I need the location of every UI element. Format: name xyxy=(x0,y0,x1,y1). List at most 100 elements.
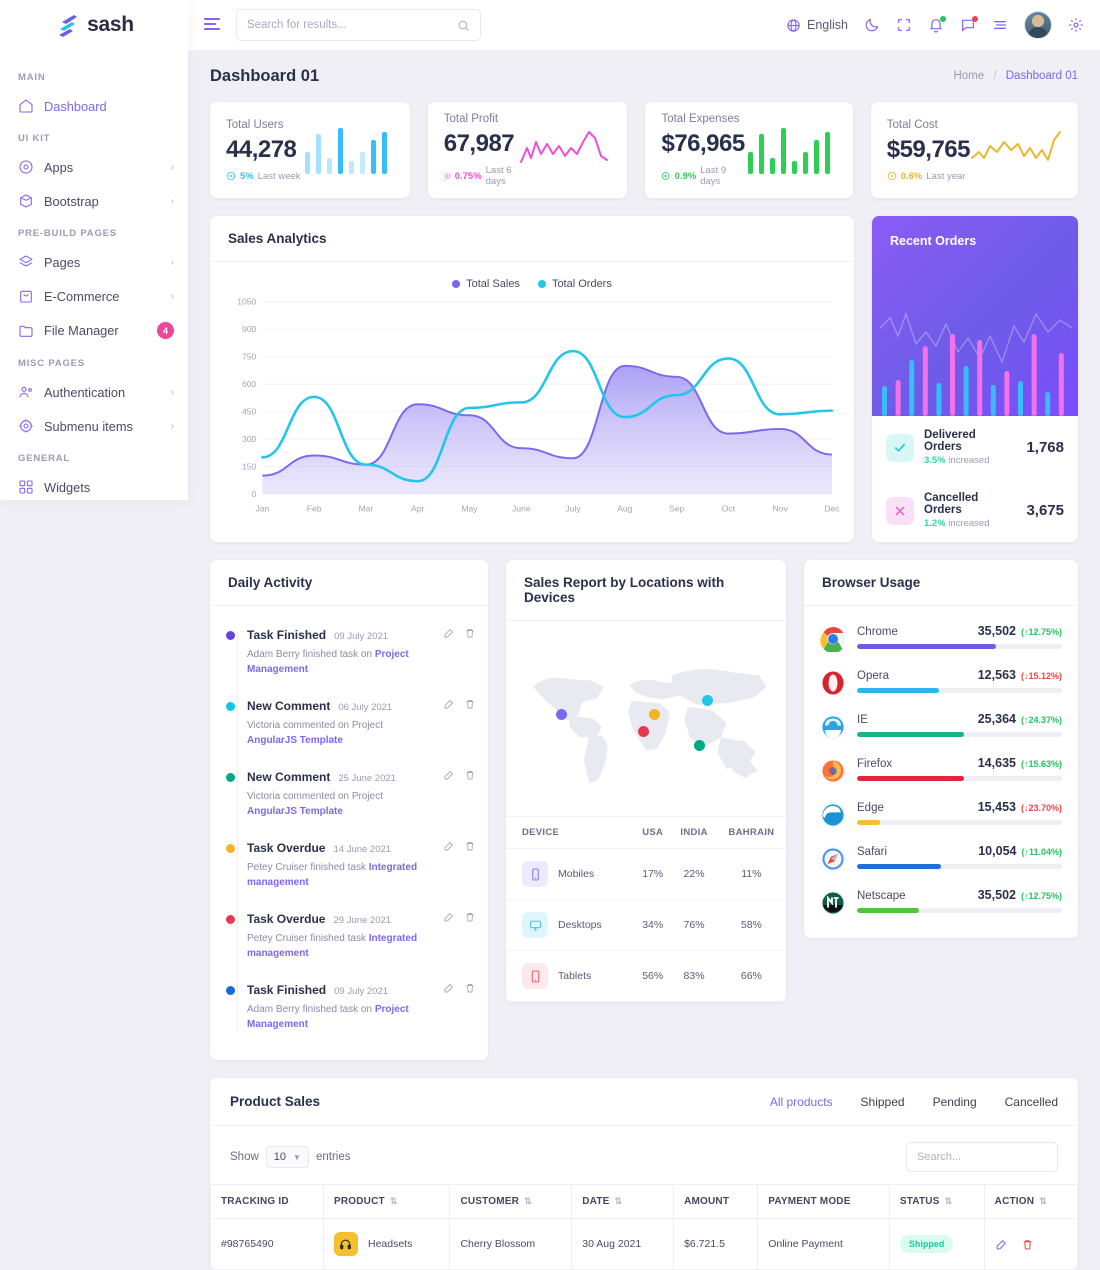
product-tab-cancelled[interactable]: Cancelled xyxy=(1005,1095,1058,1109)
edit-icon[interactable] xyxy=(995,1238,1008,1251)
search-box[interactable] xyxy=(236,9,481,41)
breadcrumb-home[interactable]: Home xyxy=(953,70,984,82)
stat-label: Total Users xyxy=(226,118,284,131)
delete-icon[interactable] xyxy=(464,627,476,639)
settings-button[interactable] xyxy=(1068,17,1084,33)
sort-icon[interactable]: ⇅ xyxy=(390,1196,398,1206)
delete-icon[interactable] xyxy=(464,840,476,852)
sidebar-item-e-commerce[interactable]: E-Commerce › xyxy=(0,279,188,313)
stat-info: Total Cost $59,765 0.6% Last year xyxy=(887,119,971,182)
recent-order-info: Cancelled Orders 1.2% increased xyxy=(924,492,1016,529)
avatar[interactable] xyxy=(1024,11,1052,39)
recent-order-change: 3.5% increased xyxy=(924,455,990,466)
device-table-row: Mobiles 17% 22% 11% xyxy=(506,848,786,900)
language-selector[interactable]: English xyxy=(786,18,848,33)
sidebar-item-label: Bootstrap xyxy=(44,193,99,209)
browser-usage-card: Browser Usage Chrome 35,502 (↑12.75%) Opera… xyxy=(804,560,1078,938)
map-marker[interactable] xyxy=(637,726,649,738)
delete-icon[interactable] xyxy=(464,982,476,994)
brand-logo-area[interactable]: sash xyxy=(0,0,188,50)
edit-icon[interactable] xyxy=(443,769,455,781)
product-tab-all-products[interactable]: All products xyxy=(770,1095,833,1109)
close-icon xyxy=(886,496,914,525)
brand-name: sash xyxy=(87,13,134,36)
device-label: Tablets xyxy=(558,970,592,982)
search-icon xyxy=(458,20,469,31)
delete-icon[interactable] xyxy=(1021,1238,1034,1251)
legend-item-total-orders[interactable]: Total Orders xyxy=(537,278,612,290)
search-input[interactable] xyxy=(247,19,457,31)
browser-name: Edge xyxy=(857,802,884,814)
edit-icon[interactable] xyxy=(443,698,455,710)
table-search-input[interactable] xyxy=(917,1151,1047,1163)
device-table-header: DEVICE USA INDIA BAHRAIN xyxy=(506,816,786,849)
product-column-header[interactable]: STATUS ⇅ xyxy=(888,1184,985,1219)
sort-icon[interactable]: ⇅ xyxy=(615,1196,623,1206)
device-india-value: 22% xyxy=(671,848,717,900)
mobile-icon xyxy=(522,861,548,887)
recent-order-value: 1,768 xyxy=(1026,439,1064,456)
fullscreen-toggle[interactable] xyxy=(896,17,912,33)
sidebar-toggle-icon[interactable] xyxy=(204,18,222,32)
svg-text:Dec: Dec xyxy=(824,504,839,514)
dark-mode-toggle[interactable] xyxy=(864,17,880,33)
sidebar-item-pages[interactable]: Pages › xyxy=(0,245,188,279)
recent-order-value: 3,675 xyxy=(1026,502,1064,519)
edit-icon[interactable] xyxy=(443,840,455,852)
product-column-header[interactable]: CUSTOMER ⇅ xyxy=(449,1184,573,1219)
delete-icon[interactable] xyxy=(464,769,476,781)
sidebar-item-submenu-items[interactable]: Submenu items › xyxy=(0,409,188,443)
activity-date: 14 June 2021 xyxy=(333,844,392,855)
messages-button[interactable] xyxy=(960,16,978,33)
sidebar-item-widgets[interactable]: Widgets xyxy=(0,470,188,504)
sidebar-item-dashboard[interactable]: Dashboard xyxy=(0,89,188,123)
device-column-header: DEVICE xyxy=(506,816,635,849)
sort-icon[interactable]: ⇅ xyxy=(524,1196,532,1206)
product-tab-pending[interactable]: Pending xyxy=(933,1095,977,1109)
sidebar-item-authentication[interactable]: Authentication › xyxy=(0,375,188,409)
notifications-button[interactable] xyxy=(928,16,946,33)
chrome-icon xyxy=(820,626,846,652)
product-column-header[interactable]: DATE ⇅ xyxy=(571,1184,675,1219)
legend-item-total-sales[interactable]: Total Sales xyxy=(452,278,520,290)
browser-progress-fill xyxy=(857,864,942,869)
column-label: ACTION xyxy=(994,1196,1035,1207)
stat-value: $76,965 xyxy=(661,130,745,157)
page-size-select[interactable]: 10 ▼ xyxy=(265,1146,309,1168)
activity-body: Task Finished 09 July 2021 Adam Berry fini… xyxy=(247,627,476,677)
activity-desc-link[interactable]: AngularJS Template xyxy=(247,735,343,746)
product-column-header[interactable]: ACTION ⇅ xyxy=(983,1184,1079,1219)
sidebar-item-file-manager[interactable]: File Manager 4 xyxy=(0,313,188,348)
product-tab-shipped[interactable]: Shipped xyxy=(861,1095,905,1109)
sidebar-item-bootstrap[interactable]: Bootstrap › xyxy=(0,184,188,218)
tablet-icon xyxy=(522,963,548,989)
edit-icon[interactable] xyxy=(443,911,455,923)
sidebar-item-label: Dashboard xyxy=(44,98,107,114)
browser-change: (↓15.12%) xyxy=(1020,671,1062,681)
sidebar-right-toggle[interactable] xyxy=(992,17,1008,33)
sidebar-item-apps[interactable]: Apps › xyxy=(0,150,188,184)
delete-icon[interactable] xyxy=(464,911,476,923)
browser-progress-fill xyxy=(857,820,880,825)
device-label: Desktops xyxy=(558,919,602,931)
product-column-header[interactable]: PRODUCT ⇅ xyxy=(322,1184,451,1219)
column-label: DATE xyxy=(582,1196,610,1207)
activity-desc-text: Victoria commented on Project xyxy=(247,720,383,731)
browser-row-opera: Opera 12,563 (↓15.12%) xyxy=(820,660,1062,704)
edit-icon[interactable] xyxy=(443,627,455,639)
browser-progress-track xyxy=(857,820,1062,825)
activity-desc-link[interactable]: AngularJS Template xyxy=(247,806,343,817)
map-marker[interactable] xyxy=(648,708,660,720)
map-marker[interactable] xyxy=(693,739,705,751)
stat-change: 0.75% Last 6 days xyxy=(444,165,520,187)
sort-icon[interactable]: ⇅ xyxy=(1039,1196,1047,1206)
svg-text:Mar: Mar xyxy=(359,504,374,514)
sort-icon[interactable]: ⇅ xyxy=(945,1196,953,1206)
browser-metrics: 35,502 (↑12.75%) xyxy=(978,624,1062,638)
page-size-value: 10 xyxy=(273,1151,287,1163)
delete-icon[interactable] xyxy=(464,698,476,710)
device-india-value: 83% xyxy=(671,950,717,1002)
table-search-box[interactable] xyxy=(906,1142,1058,1172)
browser-info: Edge 15,453 (↓23.70%) xyxy=(857,800,1062,825)
edit-icon[interactable] xyxy=(443,982,455,994)
